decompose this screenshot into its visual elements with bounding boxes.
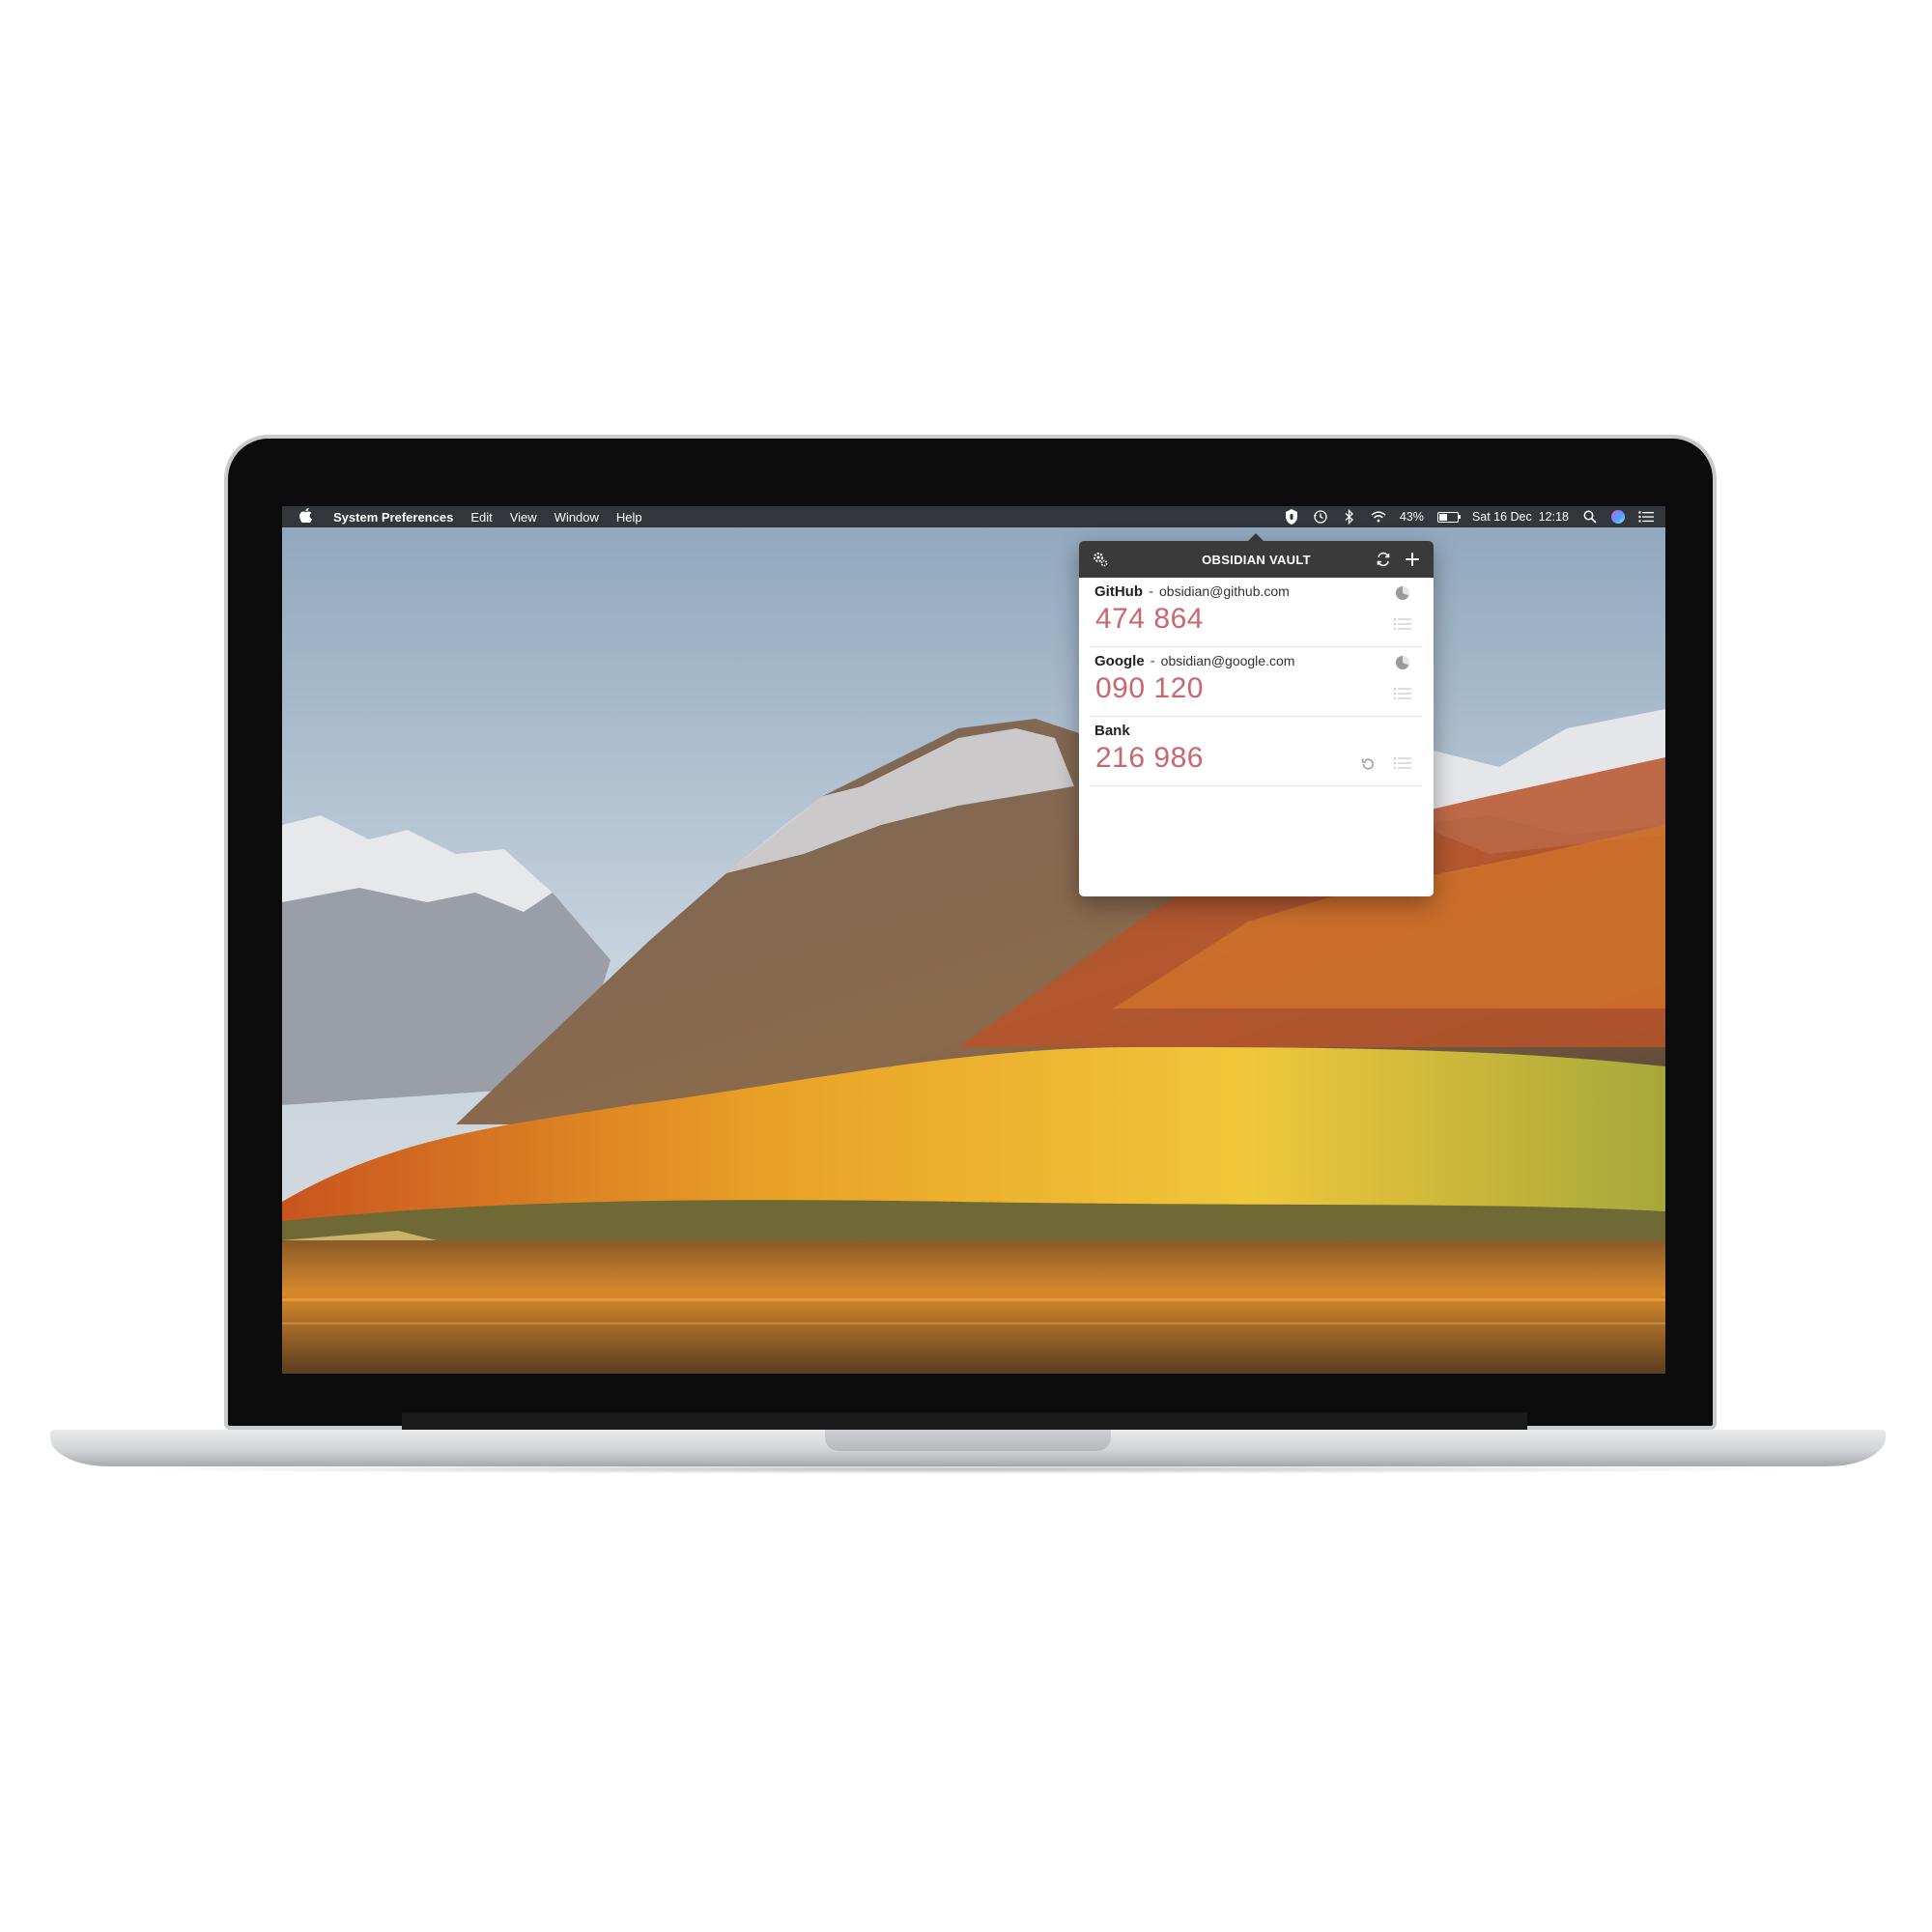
siri-icon[interactable] <box>1611 510 1625 524</box>
account-separator: - <box>1149 583 1153 600</box>
timer-pie-icon <box>1395 585 1410 601</box>
bluetooth-icon[interactable] <box>1342 509 1357 525</box>
account-row-github[interactable]: GitHub - obsidian@github.com 474 864 <box>1091 578 1422 647</box>
timer-pie-icon <box>1395 655 1410 670</box>
time-machine-icon[interactable] <box>1313 509 1328 525</box>
notification-center-icon[interactable] <box>1638 509 1654 525</box>
menu-bar: System Preferences Edit View Window Help… <box>282 506 1665 527</box>
desktop-wallpaper <box>282 506 1665 1374</box>
settings-gear-icon[interactable] <box>1089 548 1112 571</box>
battery-icon[interactable] <box>1436 511 1461 523</box>
list-menu-icon[interactable] <box>1393 686 1412 701</box>
desktop-screen: System Preferences Edit View Window Help… <box>282 506 1665 1374</box>
menu-edit[interactable]: Edit <box>470 510 492 525</box>
obsidian-vault-popover: OBSIDIAN VAULT GitHub - obsidian@github.co… <box>1079 541 1434 896</box>
menu-window[interactable]: Window <box>554 510 599 525</box>
menu-help[interactable]: Help <box>616 510 642 525</box>
bezel-bottom <box>402 1412 1527 1430</box>
account-title: GitHub - obsidian@github.com <box>1094 583 1290 600</box>
account-title: Google - obsidian@google.com <box>1094 653 1294 669</box>
account-row-google[interactable]: Google - obsidian@google.com 090 120 <box>1091 647 1422 717</box>
account-name: GitHub <box>1094 583 1143 600</box>
menu-view[interactable]: View <box>510 510 537 525</box>
spotlight-icon[interactable] <box>1582 509 1598 525</box>
account-separator: - <box>1150 653 1155 669</box>
list-menu-icon[interactable] <box>1393 755 1412 771</box>
account-title: Bank <box>1094 723 1130 739</box>
wifi-icon[interactable] <box>1371 509 1386 525</box>
otp-code[interactable]: 216 986 <box>1095 742 1204 775</box>
account-email: obsidian@github.com <box>1159 583 1290 599</box>
otp-code[interactable]: 474 864 <box>1095 603 1204 636</box>
laptop-lid-notch <box>825 1430 1111 1451</box>
menu-app-name[interactable]: System Preferences <box>333 510 453 525</box>
account-name: Bank <box>1094 723 1130 739</box>
popover-header: OBSIDIAN VAULT <box>1079 541 1434 578</box>
popover-title: OBSIDIAN VAULT <box>1202 552 1311 567</box>
clock[interactable]: Sat 16 Dec 12:18 <box>1472 510 1569 524</box>
battery-percent[interactable]: 43% <box>1400 510 1424 524</box>
account-name: Google <box>1094 653 1145 669</box>
obsidian-vault-icon[interactable] <box>1284 509 1299 525</box>
laptop-shadow <box>116 1464 1816 1474</box>
account-email: obsidian@google.com <box>1160 653 1295 668</box>
otp-code[interactable]: 090 120 <box>1095 672 1204 705</box>
apple-menu-icon[interactable] <box>299 508 312 526</box>
account-row-bank[interactable]: Bank 216 986 <box>1091 717 1422 786</box>
add-icon[interactable] <box>1401 548 1424 571</box>
list-menu-icon[interactable] <box>1393 616 1412 632</box>
sync-icon[interactable] <box>1372 548 1395 571</box>
refresh-counter-icon[interactable] <box>1360 756 1376 772</box>
